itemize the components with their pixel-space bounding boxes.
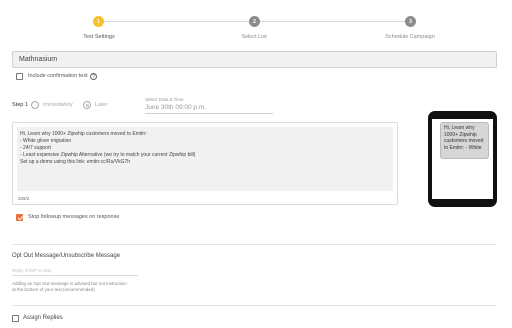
message-line: - 24/7 support [20, 145, 51, 151]
message-line: Hi, Learn why 1000+ Zipwhip customers mo… [20, 131, 148, 137]
step-1-label[interactable]: Text Settings [83, 34, 115, 40]
later-radio[interactable] [83, 101, 91, 109]
stop-followup-label: Stop followup messages on response [28, 214, 120, 220]
immediately-label: Immediately [43, 102, 73, 108]
step-2-number: 2 [253, 18, 256, 25]
include-confirmation-label: Include confirmation text [28, 73, 88, 79]
stop-followup-checkbox[interactable] [16, 214, 23, 221]
opt-out-hint: Adding an Opt Out message is advised but… [12, 281, 127, 293]
message-line: Set up a demo using this link: emitrr.cc… [20, 159, 131, 165]
opt-out-input[interactable]: Reply STOP to stop [12, 268, 138, 276]
step-connector-1 [104, 21, 249, 22]
message-textarea[interactable]: Hi, Learn why 1000+ Zipwhip customers mo… [17, 127, 393, 191]
phone-preview: Hi, Learn why 1000+ Zipwhip customers mo… [428, 111, 497, 207]
divider [12, 305, 496, 306]
message-editor[interactable]: Hi, Learn why 1000+ Zipwhip customers mo… [12, 122, 398, 205]
step-3-indicator[interactable]: 3 [405, 16, 416, 27]
message-line: - Least expensive Zipwhip Alternative (w… [20, 152, 196, 158]
message-preview-bubble: Hi, Learn why 1000+ Zipwhip customers mo… [440, 122, 489, 159]
date-time-input[interactable]: June 30th 09:00 p.m. [145, 102, 273, 114]
opt-out-title: Opt Out Message/Unsubscribe Message [12, 253, 121, 259]
assign-replies-checkbox[interactable] [12, 315, 19, 322]
message-line: - White glove migration [20, 138, 72, 144]
step-1-indicator[interactable]: 1 [93, 16, 104, 27]
later-label: Later [95, 102, 108, 108]
character-count: 229/2 [18, 196, 30, 201]
step-2-label[interactable]: Select List [241, 34, 266, 40]
step-1-label-text: Step 1 [12, 102, 28, 108]
divider [12, 244, 496, 245]
opt-out-hint-line: at the bottom of your text (recommended) [12, 287, 95, 292]
help-icon[interactable]: ? [90, 73, 97, 80]
step-1-number: 1 [97, 18, 100, 25]
immediately-radio[interactable] [31, 101, 39, 109]
step-3-number: 3 [409, 18, 412, 25]
step-connector-2 [260, 21, 405, 22]
phone-screen: Hi, Learn why 1000+ Zipwhip customers mo… [432, 119, 493, 199]
campaign-name-input[interactable]: Mathnasium [12, 51, 497, 68]
include-confirmation-checkbox[interactable] [16, 73, 23, 80]
step-2-indicator[interactable]: 2 [249, 16, 260, 27]
assign-replies-label: Assign Replies [23, 315, 63, 321]
stepper: 1 2 3 Text Settings Select List Schedule… [0, 0, 512, 48]
step-3-label[interactable]: Schedule Campaign [385, 34, 435, 40]
